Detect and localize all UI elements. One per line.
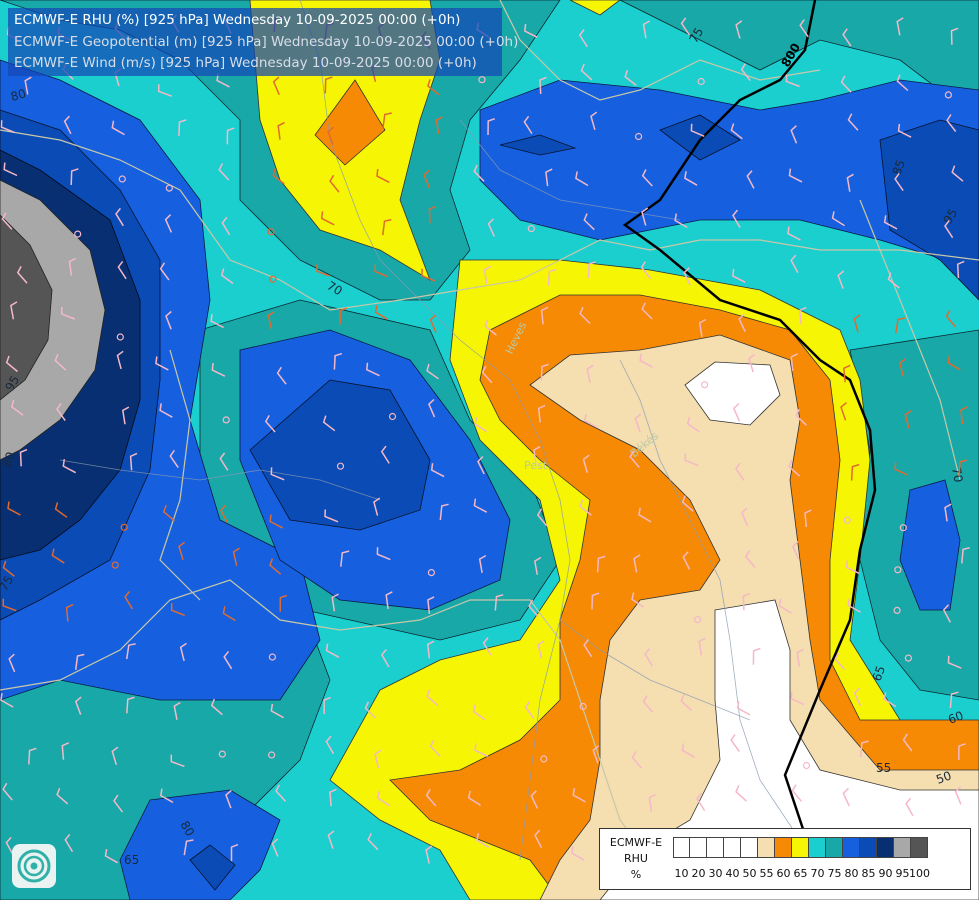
legend-swatch [860, 837, 877, 858]
geopotential-title: ECMWF-E Geopotential (m) [925 hPa] Wedne… [14, 34, 519, 50]
legend-variable: RHU [624, 852, 648, 865]
legend-tick: 60 [776, 867, 791, 880]
legend-swatch [690, 837, 707, 858]
legend-swatch [877, 837, 894, 858]
legend-tick: 65 [793, 867, 808, 880]
legend-color-bar [673, 837, 928, 858]
legend-tick: 85 [861, 867, 876, 880]
contour-label: 65 [124, 853, 139, 867]
legend-swatch [826, 837, 843, 858]
contour-label: 70 [949, 466, 965, 483]
legend-tick: 20 [691, 867, 706, 880]
legend-swatch [673, 837, 690, 858]
legend-swatch [843, 837, 860, 858]
legend-tick: 10 [674, 867, 689, 880]
legend-swatch [758, 837, 775, 858]
legend-swatch [809, 837, 826, 858]
legend-swatch [741, 837, 758, 858]
legend-panel: ECMWF-E RHU % 10 20 30 40 50 55 60 65 70 75 80 85 90… [599, 828, 971, 890]
legend-tick: 40 [725, 867, 740, 880]
legend-swatch [911, 837, 928, 858]
legend-tick: 70 [810, 867, 825, 880]
legend-tick: 80 [844, 867, 859, 880]
legend-swatch [775, 837, 792, 858]
legend-swatch [707, 837, 724, 858]
legend-tick: 100 [909, 867, 930, 880]
rhu-title: ECMWF-E RHU (%) [925 hPa] Wednesday 10-0… [14, 12, 461, 28]
legend-tick: 95 [895, 867, 910, 880]
contour-label: 55 [876, 761, 891, 775]
legend-tick: 90 [878, 867, 893, 880]
legend-tick: 50 [742, 867, 757, 880]
legend-model: ECMWF-E [609, 836, 663, 849]
legend-title: ECMWF-E RHU % [600, 835, 672, 883]
ecmwf-logo-icon [12, 844, 56, 888]
wind-title: ECMWF-E Wind (m/s) [925 hPa] Wednesday 1… [14, 55, 477, 71]
legend-swatch [724, 837, 741, 858]
legend-tick: 75 [827, 867, 842, 880]
legend-tick: 55 [759, 867, 774, 880]
rhu-map: 75 80 800 70 95 80 85 65 95 70 65 60 55 … [0, 0, 979, 900]
legend-swatch [894, 837, 911, 858]
legend-unit: % [630, 868, 642, 881]
map-title-panel: ECMWF-E RHU (%) [925 hPa] Wednesday 10-0… [8, 8, 518, 76]
legend-tick: 30 [708, 867, 723, 880]
legend-swatch [792, 837, 809, 858]
